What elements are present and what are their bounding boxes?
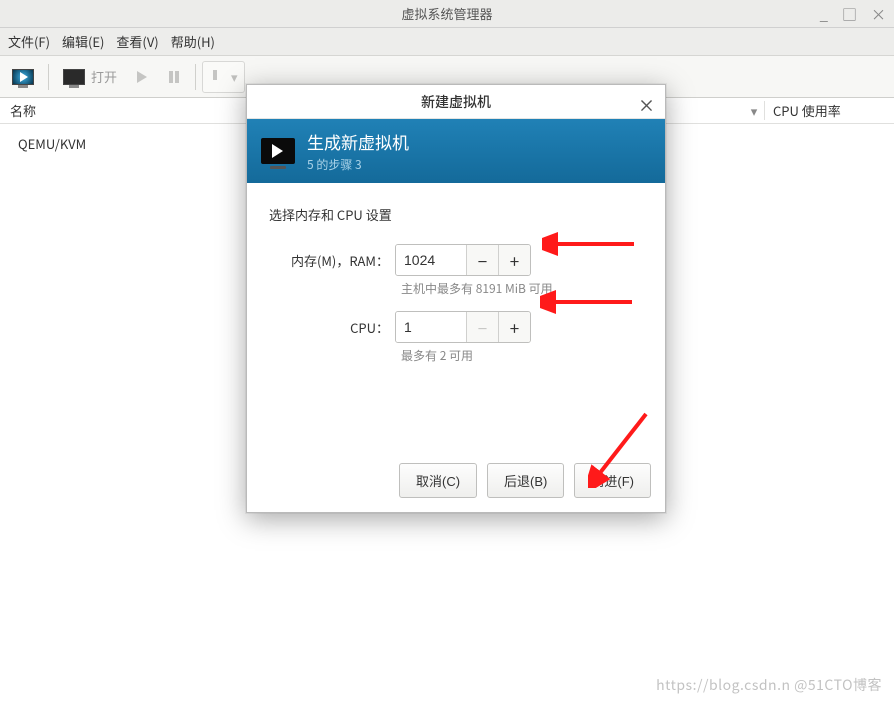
close-button[interactable]: × [871,4,886,25]
column-cpu[interactable]: CPU 使用率 [764,101,894,120]
cpu-hint: 最多有 2 可用 [401,347,643,364]
column-sort-arrow[interactable]: ▾ [744,101,764,120]
forward-button[interactable]: 前进(F) [574,463,651,498]
menu-file[interactable]: 文件(F) [8,32,50,51]
window-controls: _ □ × [820,4,886,25]
memory-spinner: − + [395,244,531,276]
dialog-header-title: 生成新虚拟机 [307,129,409,154]
maximize-button[interactable]: □ [842,4,857,25]
cpu-spinner: − + [395,311,531,343]
chevron-down-icon: ▾ [223,67,240,86]
menu-edit[interactable]: 编辑(E) [62,32,104,51]
pause-icon [167,70,181,84]
dialog-titlebar: 新建虚拟机 × [247,85,665,119]
window-title: 虚拟系统管理器 [401,4,492,23]
shutdown-dropdown[interactable]: ▾ [202,61,245,93]
back-button[interactable]: 后退(B) [487,463,564,498]
open-button[interactable]: 打开 [55,61,125,93]
dialog-header: 生成新虚拟机 5 的步骤 3 [247,119,665,183]
memory-hint: 主机中最多有 8191 MiB 可用 [401,280,643,297]
memory-decrement-button[interactable]: − [466,245,498,275]
dialog-footer: 取消(C) 后退(B) 前进(F) [247,453,665,512]
pause-button[interactable] [159,61,189,93]
dialog-body: 选择内存和 CPU 设置 内存(M)，RAM： − + 主机中最多有 8191 … [247,183,665,453]
window-titlebar: 虚拟系统管理器 _ □ × [0,0,894,28]
minimize-button[interactable]: _ [820,4,828,25]
menu-view[interactable]: 查看(V) [116,32,158,51]
menu-help[interactable]: 帮助(H) [171,32,215,51]
memory-input[interactable] [396,245,466,275]
cancel-button[interactable]: 取消(C) [399,463,477,498]
open-label: 打开 [91,67,117,86]
section-label: 选择内存和 CPU 设置 [269,205,643,224]
dialog-close-button[interactable]: × [638,92,655,117]
cpu-decrement-button: − [466,312,498,342]
power-icon [207,69,223,85]
new-vm-dialog: 新建虚拟机 × 生成新虚拟机 5 的步骤 3 选择内存和 CPU 设置 内存(M… [246,84,666,513]
play-icon [135,70,149,84]
menubar: 文件(F) 编辑(E) 查看(V) 帮助(H) [0,28,894,56]
cpu-increment-button[interactable]: + [498,312,530,342]
new-vm-button[interactable] [4,61,42,93]
dialog-step-indicator: 5 的步骤 3 [307,156,409,173]
play-button[interactable] [127,61,157,93]
cpu-label: CPU： [269,318,395,337]
monitor-play-icon [12,69,34,85]
memory-increment-button[interactable]: + [498,245,530,275]
memory-row: 内存(M)，RAM： − + [269,244,643,276]
memory-label: 内存(M)，RAM： [269,251,395,270]
cpu-input[interactable] [396,312,466,342]
monitor-icon [63,69,85,85]
toolbar-separator [48,64,49,90]
monitor-play-icon [261,138,295,164]
toolbar-separator [195,64,196,90]
cpu-row: CPU： − + [269,311,643,343]
dialog-title: 新建虚拟机 [421,92,491,112]
